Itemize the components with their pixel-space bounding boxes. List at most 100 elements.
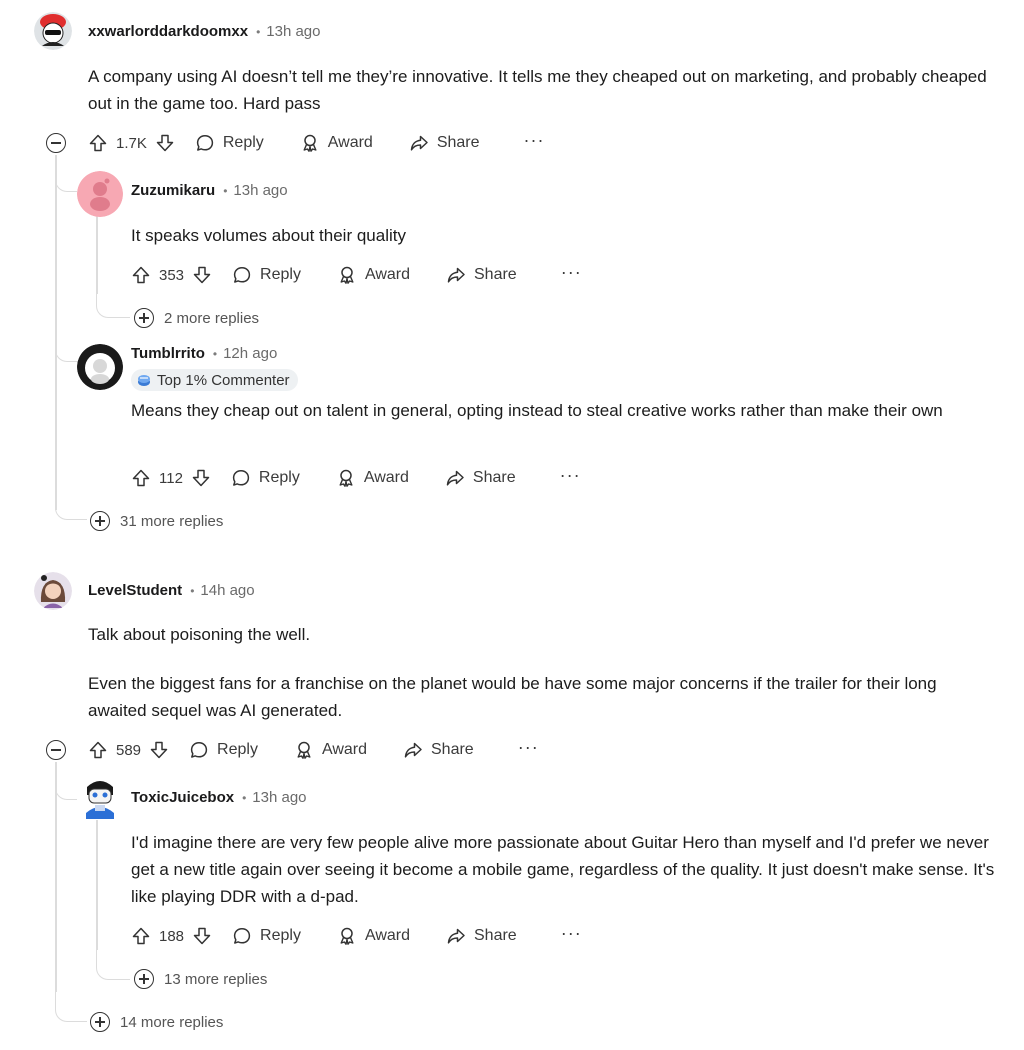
speech-bubble-icon bbox=[232, 265, 252, 285]
comment-meta: Tumblrrito • 12h ago bbox=[131, 345, 277, 362]
comment-body: Means they cheap out on talent in genera… bbox=[131, 397, 1011, 424]
username[interactable]: Tumblrrito bbox=[131, 345, 205, 362]
vote-count: 188 bbox=[159, 927, 185, 945]
expand-plus-icon bbox=[134, 969, 154, 989]
timestamp[interactable]: 14h ago bbox=[200, 582, 254, 599]
award-button[interactable]: Award bbox=[300, 133, 373, 153]
thread-branch bbox=[55, 990, 87, 1022]
reply-button[interactable]: Reply bbox=[232, 926, 301, 946]
more-options-button[interactable]: ··· bbox=[518, 738, 539, 758]
award-button[interactable]: Award bbox=[336, 468, 409, 488]
upvote-button[interactable] bbox=[88, 740, 108, 760]
speech-bubble-icon bbox=[189, 740, 209, 760]
comment-meta: xxwarlorddarkdoomxx • 13h ago bbox=[88, 23, 321, 40]
comment-actions: 112 Reply Award Share ··· bbox=[131, 464, 581, 492]
expand-plus-icon bbox=[134, 308, 154, 328]
vote-count: 112 bbox=[159, 469, 183, 487]
avatar[interactable] bbox=[34, 12, 72, 50]
timestamp[interactable]: 13h ago bbox=[233, 182, 287, 199]
username[interactable]: LevelStudent bbox=[88, 582, 182, 599]
more-options-button[interactable]: ··· bbox=[560, 466, 581, 486]
more-replies-button[interactable]: 31 more replies bbox=[90, 511, 223, 531]
upvote-button[interactable] bbox=[131, 265, 151, 285]
avatar[interactable] bbox=[77, 344, 123, 390]
expand-plus-icon bbox=[90, 1012, 110, 1032]
upvote-arrow-icon bbox=[131, 468, 151, 488]
thread-line bbox=[55, 762, 57, 992]
downvote-arrow-icon bbox=[191, 468, 211, 488]
share-button[interactable]: Share bbox=[446, 265, 517, 285]
award-ribbon-icon bbox=[336, 468, 356, 488]
username[interactable]: ToxicJuicebox bbox=[131, 789, 234, 806]
share-button[interactable]: Share bbox=[446, 926, 517, 946]
share-button[interactable]: Share bbox=[409, 133, 480, 153]
reply-button[interactable]: Reply bbox=[189, 740, 258, 760]
vote-count: 1.7K bbox=[116, 134, 147, 152]
comment-paragraph: It speaks volumes about their quality bbox=[131, 226, 406, 245]
username[interactable]: Zuzumikaru bbox=[131, 182, 215, 199]
downvote-button[interactable] bbox=[149, 740, 169, 760]
downvote-button[interactable] bbox=[192, 265, 212, 285]
more-replies-button[interactable]: 2 more replies bbox=[134, 308, 259, 328]
collapse-minus-icon[interactable] bbox=[46, 740, 66, 760]
upvote-arrow-icon bbox=[131, 265, 151, 285]
more-replies-label: 31 more replies bbox=[120, 512, 224, 530]
downvote-arrow-icon bbox=[155, 133, 175, 153]
comment-actions: 1.7K Reply Award Share ··· bbox=[88, 129, 545, 157]
thread-branch bbox=[96, 290, 130, 318]
share-arrow-icon bbox=[403, 740, 423, 760]
separator-dot: • bbox=[212, 346, 218, 361]
award-ribbon-icon bbox=[294, 740, 314, 760]
reply-button[interactable]: Reply bbox=[231, 468, 300, 488]
comment-body: It speaks volumes about their quality bbox=[131, 222, 991, 249]
timestamp[interactable]: 13h ago bbox=[266, 23, 320, 40]
award-button[interactable]: Award bbox=[337, 926, 410, 946]
speech-bubble-icon bbox=[232, 926, 252, 946]
more-replies-label: 14 more replies bbox=[120, 1013, 224, 1031]
share-arrow-icon bbox=[445, 468, 465, 488]
comment-actions: 589 Reply Award Share ··· bbox=[88, 736, 539, 764]
avatar[interactable] bbox=[34, 572, 72, 610]
timestamp[interactable]: 12h ago bbox=[223, 345, 277, 362]
timestamp[interactable]: 13h ago bbox=[252, 789, 306, 806]
username[interactable]: xxwarlorddarkdoomxx bbox=[88, 23, 248, 40]
reply-button[interactable]: Reply bbox=[232, 265, 301, 285]
award-button[interactable]: Award bbox=[337, 265, 410, 285]
thread-branch bbox=[55, 770, 77, 800]
downvote-button[interactable] bbox=[192, 926, 212, 946]
thread-line bbox=[96, 820, 98, 950]
thread-branch bbox=[96, 950, 130, 980]
comment-meta: Zuzumikaru • 13h ago bbox=[131, 182, 288, 199]
speech-bubble-icon bbox=[231, 468, 251, 488]
upvote-button[interactable] bbox=[131, 926, 151, 946]
more-options-button[interactable]: ··· bbox=[561, 263, 582, 283]
share-button[interactable]: Share bbox=[445, 468, 516, 488]
reply-button[interactable]: Reply bbox=[195, 133, 264, 153]
comment-actions: 188 Reply Award Share ··· bbox=[131, 922, 582, 950]
downvote-button[interactable] bbox=[191, 468, 211, 488]
comment-paragraph: Means they cheap out on talent in genera… bbox=[131, 401, 943, 420]
thread-branch bbox=[55, 330, 79, 362]
more-options-button[interactable]: ··· bbox=[561, 924, 582, 944]
status-badge: Top 1% Commenter bbox=[131, 369, 298, 391]
share-button[interactable]: Share bbox=[403, 740, 474, 760]
avatar[interactable] bbox=[77, 171, 123, 217]
downvote-arrow-icon bbox=[149, 740, 169, 760]
upvote-button[interactable] bbox=[88, 133, 108, 153]
upvote-arrow-icon bbox=[88, 133, 108, 153]
more-options-button[interactable]: ··· bbox=[524, 131, 545, 151]
badge-label: Top 1% Commenter bbox=[157, 371, 290, 389]
comment-meta: ToxicJuicebox • 13h ago bbox=[131, 789, 307, 806]
comment-paragraph: A company using AI doesn’t tell me they’… bbox=[88, 67, 987, 113]
award-button[interactable]: Award bbox=[294, 740, 367, 760]
award-ribbon-icon bbox=[337, 926, 357, 946]
downvote-button[interactable] bbox=[155, 133, 175, 153]
more-replies-button[interactable]: 14 more replies bbox=[90, 1012, 223, 1032]
comment-paragraph: I'd imagine there are very few people al… bbox=[131, 833, 995, 906]
upvote-button[interactable] bbox=[131, 468, 151, 488]
collapse-minus-icon[interactable] bbox=[46, 133, 66, 153]
avatar[interactable] bbox=[77, 773, 123, 819]
more-replies-button[interactable]: 13 more replies bbox=[134, 969, 267, 989]
top-commenter-icon bbox=[138, 375, 150, 386]
upvote-arrow-icon bbox=[131, 926, 151, 946]
